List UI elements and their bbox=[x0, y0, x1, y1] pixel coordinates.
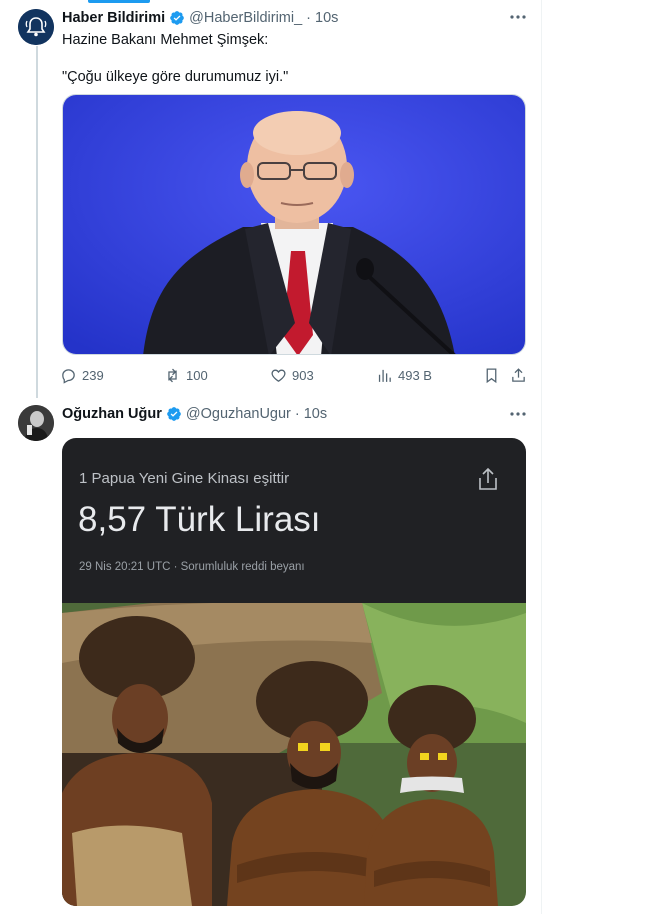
views-chart-icon bbox=[378, 369, 391, 382]
views-count: 493 B bbox=[398, 368, 432, 383]
share-icon bbox=[512, 368, 525, 382]
repost-icon bbox=[168, 368, 177, 383]
verified-badge-icon[interactable] bbox=[166, 406, 182, 422]
avatar[interactable] bbox=[18, 9, 54, 45]
tweet-text-line-2: "Çoğu ülkeye göre durumumuz iyi." bbox=[62, 69, 289, 85]
converter-meta: 29 Nis 20:21 UTC · Sorumluluk reddi beya… bbox=[79, 561, 305, 573]
avatar-photo bbox=[18, 405, 54, 441]
verified-badge-icon[interactable] bbox=[169, 10, 185, 26]
active-tab-indicator bbox=[88, 0, 150, 3]
converter-title: 1 Papua Yeni Gine Kinası eşittir bbox=[79, 470, 290, 487]
avatar[interactable] bbox=[18, 405, 54, 441]
photo-minister-at-podium bbox=[63, 95, 525, 354]
reply-button[interactable]: 239 bbox=[60, 367, 104, 384]
bookmark-button[interactable] bbox=[483, 367, 500, 384]
author-handle[interactable]: @OguzhanUgur bbox=[186, 406, 291, 422]
timestamp[interactable]: 10s bbox=[315, 10, 338, 26]
heart-icon bbox=[271, 369, 286, 382]
author-handle[interactable]: @HaberBildirimi_ bbox=[189, 10, 302, 26]
more-options-icon[interactable] bbox=[508, 407, 528, 421]
separator-dot: · bbox=[294, 406, 300, 422]
currency-converter-card: 1 Papua Yeni Gine Kinası eşittir 8,57 Tü… bbox=[62, 438, 526, 603]
bell-logo-icon bbox=[18, 9, 54, 45]
tweet-photo[interactable]: 1 Papua Yeni Gine Kinası eşittir 8,57 Tü… bbox=[62, 438, 526, 906]
tweet-text-line-1: Hazine Bakanı Mehmet Şimşek: bbox=[62, 32, 269, 48]
share-button[interactable] bbox=[510, 367, 527, 384]
author-name[interactable]: Haber Bildirimi bbox=[62, 10, 165, 26]
share-icon bbox=[477, 466, 499, 492]
tweet-photo[interactable] bbox=[62, 94, 526, 355]
reply-icon bbox=[62, 369, 75, 384]
repost-button[interactable]: 100 bbox=[164, 367, 208, 384]
photo-papua-tribesmen bbox=[62, 603, 526, 906]
author-name[interactable]: Oğuzhan Uğur bbox=[62, 406, 162, 422]
timestamp[interactable]: 10s bbox=[304, 406, 327, 422]
next-actions-partial bbox=[0, 914, 560, 923]
converter-value: 8,57 Türk Lirası bbox=[78, 500, 321, 539]
tweet-header: Oğuzhan Uğur @OguzhanUgur · 10s bbox=[62, 406, 327, 422]
tweet-header: Haber Bildirimi @HaberBildirimi_ · 10s bbox=[62, 10, 338, 26]
reply-count: 239 bbox=[82, 368, 104, 383]
tweet-actions: 239 100 903 493 B bbox=[60, 367, 530, 387]
more-options-icon[interactable] bbox=[508, 10, 528, 24]
bookmark-icon bbox=[486, 368, 497, 384]
like-count: 903 bbox=[292, 368, 314, 383]
repost-count: 100 bbox=[186, 368, 208, 383]
separator-dot: · bbox=[306, 10, 312, 26]
like-button[interactable]: 903 bbox=[270, 367, 314, 384]
thread-connector-line bbox=[36, 46, 38, 398]
views-button[interactable]: 493 B bbox=[376, 367, 432, 384]
